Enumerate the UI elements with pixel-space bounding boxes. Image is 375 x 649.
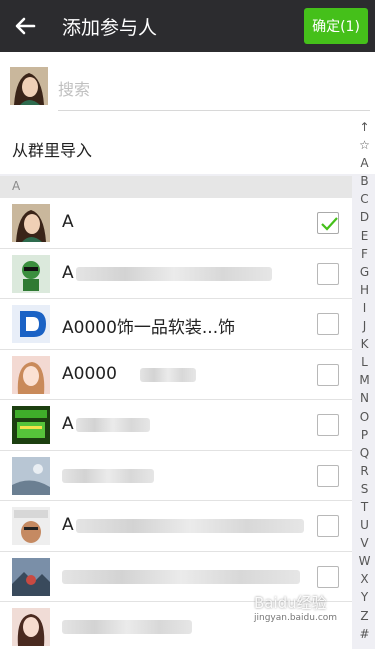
- index-letter[interactable]: B: [354, 172, 375, 190]
- list-item[interactable]: A: [0, 400, 352, 451]
- blurred-text: [62, 569, 300, 584]
- checkbox[interactable]: [317, 262, 339, 285]
- contact-name: A0000饰一品软装...饰: [62, 318, 236, 338]
- contact-name: A: [62, 515, 74, 535]
- import-from-group-label: 从群里导入: [12, 141, 93, 160]
- checkbox[interactable]: [317, 464, 339, 487]
- contact-name: A: [62, 414, 74, 434]
- avatar: [12, 608, 50, 646]
- list-item[interactable]: A: [0, 249, 352, 299]
- search-bar[interactable]: [0, 52, 375, 124]
- index-letter[interactable]: Y: [354, 588, 375, 606]
- search-underline: [58, 110, 370, 111]
- index-letter[interactable]: #: [354, 625, 375, 643]
- index-letter[interactable]: N: [354, 389, 375, 407]
- checkbox[interactable]: [317, 565, 339, 588]
- index-letter[interactable]: J: [354, 317, 375, 335]
- index-letter[interactable]: X: [354, 570, 375, 588]
- index-letter[interactable]: D: [354, 208, 375, 226]
- index-letter[interactable]: F: [354, 245, 375, 263]
- blurred-text: [76, 266, 272, 281]
- avatar: [12, 204, 50, 242]
- index-letter[interactable]: M: [354, 371, 375, 389]
- avatar: [12, 507, 50, 545]
- index-letter[interactable]: ☆: [354, 136, 375, 154]
- watermark: Baidu经验 jingyan.baidu.com: [254, 592, 337, 623]
- index-letter[interactable]: A: [354, 154, 375, 172]
- index-letter[interactable]: C: [354, 190, 375, 208]
- search-input[interactable]: 搜索: [58, 76, 90, 100]
- avatar: [12, 254, 50, 293]
- selected-avatar[interactable]: [10, 67, 48, 105]
- blurred-text: [76, 519, 304, 533]
- index-letter[interactable]: E: [354, 227, 375, 245]
- avatar: [12, 355, 50, 394]
- list-item[interactable]: [0, 451, 352, 501]
- index-letter[interactable]: ↑: [354, 118, 375, 136]
- avatar: [12, 406, 50, 444]
- checkbox[interactable]: [317, 414, 339, 436]
- blurred-text: [62, 620, 192, 634]
- list-item[interactable]: A: [0, 501, 352, 552]
- back-button[interactable]: [0, 0, 50, 52]
- list-item[interactable]: A0000饰一品软装...饰: [0, 299, 352, 350]
- page-title: 添加参与人: [62, 16, 158, 39]
- title-bar: 添加参与人 确定(1): [0, 0, 375, 52]
- checkmark-icon: [321, 217, 338, 231]
- index-letter[interactable]: V: [354, 534, 375, 552]
- index-letter[interactable]: Z: [354, 607, 375, 625]
- list-item[interactable]: A0000: [0, 350, 352, 400]
- checkbox[interactable]: [317, 313, 339, 335]
- index-letter[interactable]: S: [354, 480, 375, 498]
- arrow-left-icon: [15, 17, 36, 35]
- index-letter[interactable]: W: [354, 552, 375, 570]
- index-letter[interactable]: L: [354, 353, 375, 371]
- watermark-sub: jingyan.baidu.com: [254, 613, 338, 623]
- contact-name: A0000: [62, 363, 117, 384]
- avatar: [12, 456, 50, 495]
- index-letter[interactable]: I: [354, 299, 375, 317]
- index-letter[interactable]: O: [354, 408, 375, 426]
- index-letter[interactable]: R: [354, 462, 375, 480]
- avatar: [12, 557, 50, 596]
- blurred-text: [62, 468, 154, 483]
- section-letter: A: [12, 179, 21, 193]
- checkbox[interactable]: [317, 363, 339, 386]
- index-letter[interactable]: G: [354, 263, 375, 281]
- blurred-text: [140, 367, 196, 382]
- list-item[interactable]: A: [0, 198, 352, 249]
- index-letter[interactable]: H: [354, 281, 375, 299]
- index-letter[interactable]: K: [354, 335, 375, 353]
- checkbox[interactable]: [317, 212, 339, 234]
- contact-name: A: [62, 262, 74, 283]
- index-letter[interactable]: P: [354, 426, 375, 444]
- blurred-text: [76, 418, 150, 432]
- index-letter[interactable]: Q: [354, 444, 375, 462]
- watermark-text: Baidu经验: [254, 594, 327, 612]
- section-header: A: [0, 176, 352, 198]
- checkbox[interactable]: [317, 515, 339, 537]
- avatar: [12, 305, 50, 343]
- confirm-button[interactable]: 确定(1): [304, 8, 368, 44]
- index-letter[interactable]: U: [354, 516, 375, 534]
- import-from-group[interactable]: 从群里导入: [0, 124, 375, 174]
- contact-name: A: [62, 212, 74, 232]
- index-letter[interactable]: T: [354, 498, 375, 516]
- alphabet-index[interactable]: ↑ ☆ A B C D E F G H I J K L M N O P Q R …: [354, 118, 375, 648]
- contact-list: A A A0000饰一品软装...饰 A0000 A A: [0, 198, 352, 649]
